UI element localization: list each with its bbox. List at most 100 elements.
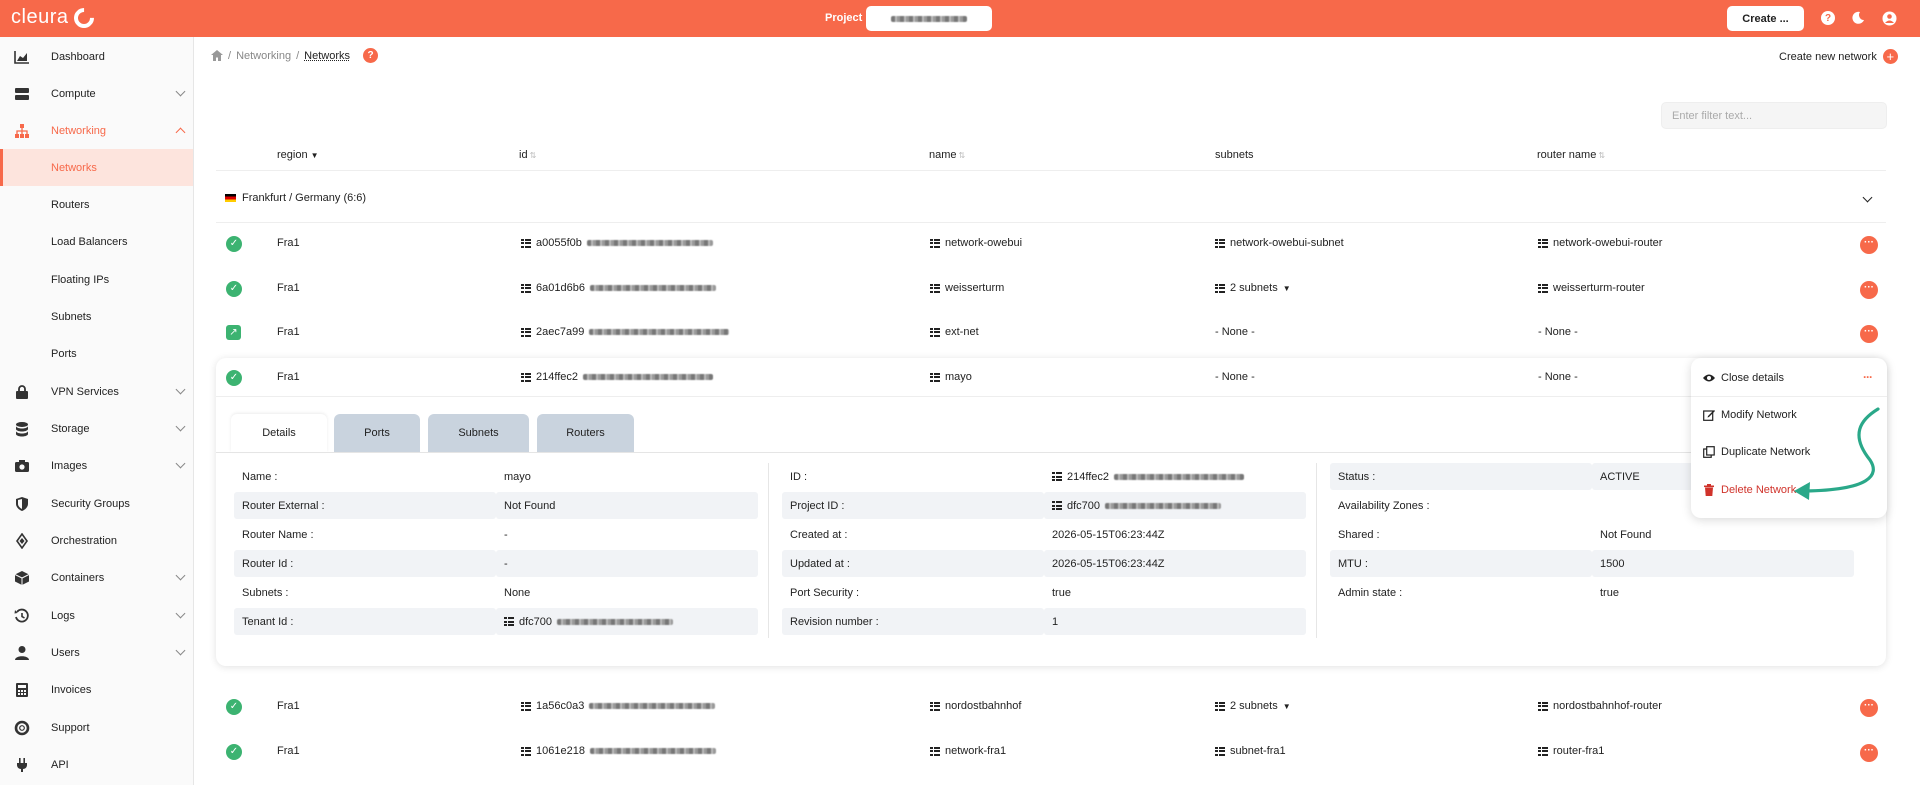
- column-header-region[interactable]: region ▼: [277, 149, 319, 161]
- tab-details[interactable]: Details: [231, 414, 327, 452]
- table-row[interactable]: ✓ Fra1 6a01d6b6 weisserturm 2 subnets ▼ w…: [216, 267, 1886, 311]
- row-actions-button[interactable]: ···: [1860, 281, 1878, 299]
- sidebar-item-networking[interactable]: Networking: [0, 112, 193, 149]
- row-router: - None -: [1538, 326, 1578, 338]
- close-details-menu-item[interactable]: Close details: [1703, 372, 1784, 384]
- detail-key: MTU :: [1338, 557, 1368, 570]
- sidebar-item-users[interactable]: Users: [0, 634, 193, 671]
- row-id[interactable]: 1061e218: [521, 745, 716, 757]
- row-name[interactable]: network-owebui: [930, 237, 1022, 249]
- cleura-logo[interactable]: cleura: [11, 3, 99, 32]
- redacted-text: [589, 748, 716, 754]
- row-name-text: nordostbahnhof: [945, 700, 1022, 712]
- project-selector[interactable]: [866, 6, 992, 31]
- row-name[interactable]: nordostbahnhof: [930, 700, 1021, 712]
- detail-key-bg: Router External :: [234, 492, 496, 519]
- sidebar-item-images[interactable]: Images: [0, 447, 193, 484]
- sidebar-item-routers[interactable]: Routers: [0, 186, 193, 223]
- column-header-label: region: [277, 149, 308, 161]
- column-header-id[interactable]: id ⇅: [519, 149, 536, 161]
- row-id-text: a0055f0b: [536, 237, 582, 249]
- row-router[interactable]: nordostbahnhof-router: [1538, 700, 1662, 712]
- list-icon: [521, 746, 531, 756]
- detail-value: 1: [1052, 615, 1059, 628]
- shield-icon: [16, 496, 28, 511]
- row-id[interactable]: 2aec7a99: [521, 326, 730, 338]
- row-router[interactable]: weisserturm-router: [1538, 282, 1645, 294]
- detail-row-project-id[interactable]: dfc700: [1044, 492, 1306, 519]
- sidebar-item-networks[interactable]: Networks: [0, 149, 193, 186]
- sidebar-item-dashboard[interactable]: Dashboard: [0, 38, 193, 75]
- sidebar-item-compute[interactable]: Compute: [0, 75, 193, 112]
- detail-key: Project ID :: [790, 499, 845, 512]
- more-options-icon[interactable]: ···: [1863, 370, 1873, 384]
- detail-row-id[interactable]: ID : 214ffec2: [782, 463, 1306, 490]
- sidebar-item-invoices[interactable]: Invoices: [0, 671, 193, 708]
- row-subnets[interactable]: network-owebui-subnet: [1215, 237, 1344, 249]
- detail-key-bg: Updated at :: [782, 550, 1044, 577]
- help-icon[interactable]: ?: [363, 48, 378, 63]
- sidebar-item-support[interactable]: Support: [0, 709, 193, 746]
- row-subnets[interactable]: 2 subnets ▼: [1215, 282, 1291, 294]
- list-icon: [1052, 472, 1062, 481]
- create-button[interactable]: Create ...: [1727, 6, 1804, 31]
- table-row[interactable]: ✓ Fra1 1061e218 network-fra1 subnet-fra1…: [216, 730, 1886, 774]
- list-icon: [521, 283, 531, 293]
- tab-ports[interactable]: Ports: [334, 414, 420, 452]
- table-row[interactable]: ✓ Fra1 1a56c0a3 nordostbahnhof 2 subnets…: [216, 685, 1886, 729]
- row-subnets[interactable]: 2 subnets ▼: [1215, 700, 1291, 712]
- column-header-router-name[interactable]: router name ⇅: [1537, 149, 1605, 161]
- sidebar-item-load-balancers[interactable]: Load Balancers: [0, 223, 193, 260]
- row-id[interactable]: 1a56c0a3: [521, 700, 716, 712]
- row-actions-button[interactable]: ···: [1860, 699, 1878, 717]
- delete-network-menu-item[interactable]: Delete Network: [1703, 484, 1796, 496]
- row-actions-button[interactable]: ···: [1860, 236, 1878, 254]
- row-name[interactable]: weisserturm: [930, 282, 1004, 294]
- sidebar-item-subnets[interactable]: Subnets: [0, 298, 193, 335]
- column-header-name[interactable]: name ⇅: [929, 149, 965, 161]
- row-router-text: network-owebui-router: [1553, 237, 1663, 249]
- sidebar-item-orchestration[interactable]: Orchestration: [0, 522, 193, 559]
- row-actions-button[interactable]: ···: [1860, 744, 1878, 762]
- tab-subnets[interactable]: Subnets: [428, 414, 529, 452]
- sidebar-item-floating-ips[interactable]: Floating IPs: [0, 261, 193, 298]
- row-name[interactable]: network-fra1: [930, 745, 1006, 757]
- sort-desc-icon: ▼: [310, 151, 319, 160]
- moon-icon[interactable]: [1850, 10, 1866, 26]
- sidebar-item-api[interactable]: API: [0, 746, 193, 783]
- modify-network-menu-item[interactable]: Modify Network: [1703, 409, 1797, 421]
- row-id[interactable]: a0055f0b: [521, 237, 713, 249]
- sidebar-item-security-groups[interactable]: Security Groups: [0, 485, 193, 522]
- detail-value: 2026-05-15T06:23:44Z: [1052, 557, 1165, 570]
- tab-routers[interactable]: Routers: [537, 414, 634, 452]
- detail-row-tenant-id[interactable]: dfc700: [496, 608, 758, 635]
- sidebar-item-label: Compute: [51, 87, 96, 100]
- row-id[interactable]: 214ffec2: [521, 371, 714, 383]
- row-actions-button[interactable]: ···: [1860, 325, 1878, 343]
- breadcrumb-networking[interactable]: Networking: [236, 50, 291, 62]
- question-circle-icon[interactable]: ?: [1820, 10, 1836, 26]
- row-subnets[interactable]: subnet-fra1: [1215, 745, 1286, 757]
- filter-input[interactable]: [1661, 102, 1887, 129]
- redacted-text: [589, 703, 716, 709]
- create-network-button[interactable]: Create new network +: [1779, 49, 1898, 64]
- home-icon[interactable]: [211, 50, 223, 61]
- user-circle-icon[interactable]: [1881, 10, 1897, 26]
- row-name[interactable]: ext-net: [930, 326, 979, 338]
- detail-row-shared: Shared : Not Found: [1330, 521, 1854, 548]
- sidebar-item-logs[interactable]: Logs: [0, 597, 193, 634]
- row-id[interactable]: 6a01d6b6: [521, 282, 716, 294]
- column-header-label: router name: [1537, 149, 1597, 161]
- table-row[interactable]: ✓ Fra1 a0055f0b network-owebui network-o…: [216, 222, 1886, 266]
- table-row[interactable]: ↗ Fra1 2aec7a99 ext-net - None - - None …: [216, 311, 1886, 355]
- user-icon: [15, 645, 29, 660]
- table-row-expanded[interactable]: ✓ Fra1 214ffec2 mayo - None - - None -: [216, 356, 1886, 400]
- row-router[interactable]: network-owebui-router: [1538, 237, 1662, 249]
- region-group-header[interactable]: Frankfurt / Germany (6:6): [225, 192, 366, 204]
- row-name[interactable]: mayo: [930, 371, 972, 383]
- sidebar-item-ports[interactable]: Ports: [0, 335, 193, 372]
- sidebar-item-storage[interactable]: Storage: [0, 410, 193, 447]
- sidebar-item-containers[interactable]: Containers: [0, 559, 193, 596]
- row-router[interactable]: router-fra1: [1538, 745, 1604, 757]
- sidebar-item-vpn-services[interactable]: VPN Services: [0, 373, 193, 410]
